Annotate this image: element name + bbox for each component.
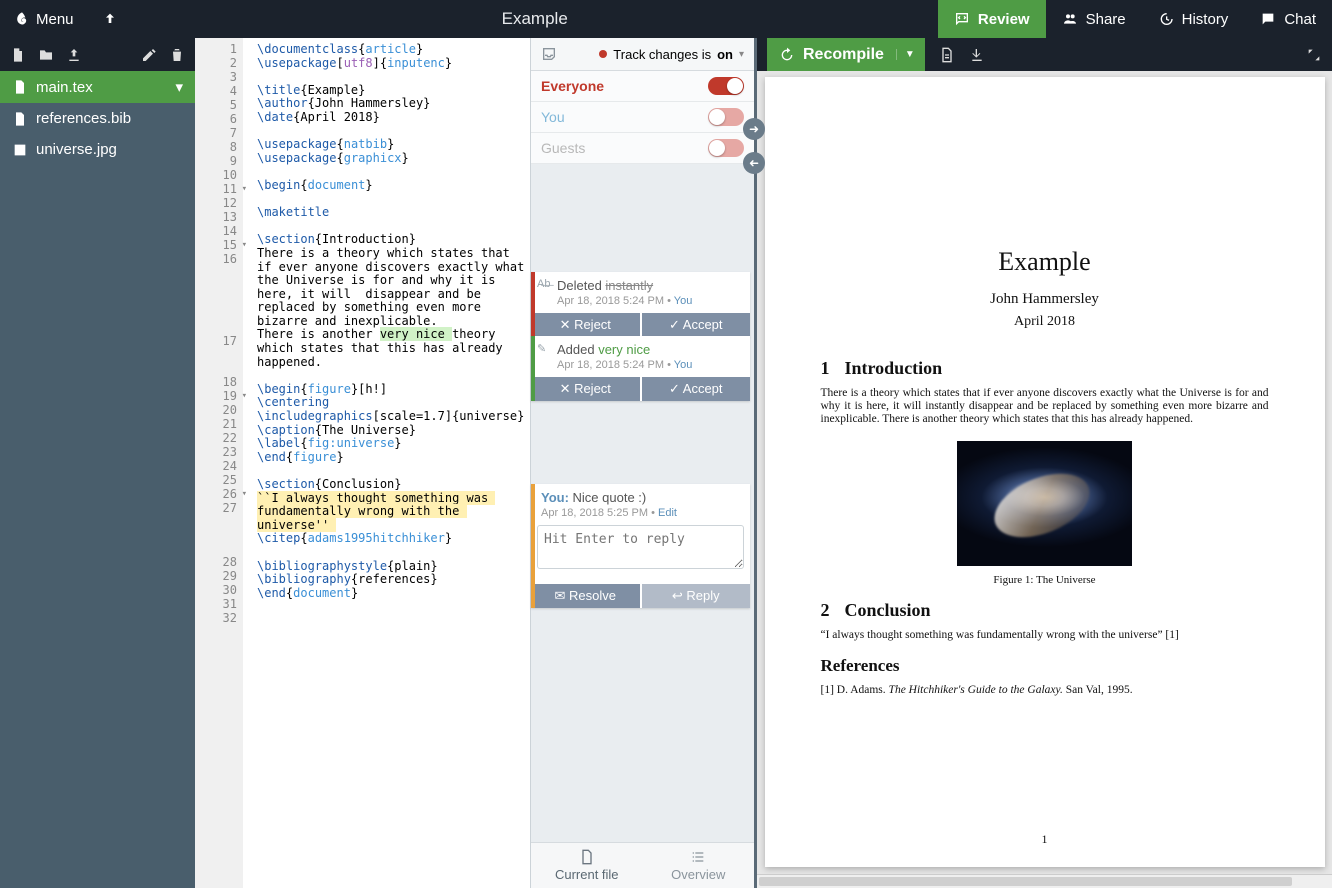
menu-label: Menu	[36, 11, 74, 28]
up-arrow-icon	[102, 11, 118, 27]
accept-button[interactable]: ✓ Accept	[642, 313, 751, 337]
refresh-icon	[779, 47, 795, 63]
recompile-dropdown[interactable]: ▼	[896, 49, 915, 60]
pdf-figure: Figure 1: The Universe	[821, 441, 1269, 586]
track-changes-status[interactable]: Track changes is on ▾	[599, 47, 744, 62]
history-button[interactable]: History	[1142, 0, 1245, 38]
share-button[interactable]: Share	[1046, 0, 1142, 38]
file-item-references-bib[interactable]: references.bib	[0, 103, 195, 134]
reply-button[interactable]: ↩ Reply	[642, 584, 751, 608]
chat-button[interactable]: Chat	[1244, 0, 1332, 38]
new-file-icon[interactable]	[10, 47, 26, 63]
pane-arrow-left[interactable]: ➜	[743, 152, 765, 174]
change-card-added: ✎Added very niceApr 18, 2018 5:24 PM • Y…	[531, 336, 750, 401]
top-bar: Menu Example Review Share History Chat	[0, 0, 1332, 38]
logs-icon[interactable]	[939, 47, 955, 63]
toggle-guests-switch[interactable]	[708, 139, 744, 157]
overleaf-logo-icon	[14, 11, 30, 27]
comment-card: You: Nice quote :)Apr 18, 2018 5:25 PM •…	[531, 484, 750, 608]
toggle-everyone-switch[interactable]	[708, 77, 744, 95]
accept-button[interactable]: ✓ Accept	[642, 377, 751, 401]
strike-icon: A̶b̶	[537, 278, 553, 294]
tab-overview[interactable]: Overview	[643, 843, 755, 888]
change-card-deleted: A̶b̶Deleted instantlyApr 18, 2018 5:24 P…	[531, 272, 750, 337]
universe-image	[957, 441, 1132, 566]
toggle-you-switch[interactable]	[708, 108, 744, 126]
history-icon	[1158, 11, 1174, 27]
file-icon	[579, 849, 595, 865]
inbox-icon[interactable]	[541, 46, 557, 62]
download-icon[interactable]	[969, 47, 985, 63]
editor-panel: 1234567891011121314151617181920212223242…	[195, 38, 530, 888]
file-toolbar	[0, 38, 195, 71]
chat-icon	[1260, 11, 1276, 27]
up-button[interactable]	[88, 11, 132, 27]
delete-icon[interactable]	[169, 47, 185, 63]
pdf-panel: Recompile ▼ Example John Hammersley Apri…	[754, 38, 1332, 888]
image-icon	[12, 142, 28, 158]
code-editor[interactable]: \documentclass{article}\usepackage[utf8]…	[243, 38, 530, 888]
track-dot-icon	[599, 50, 607, 58]
reply-input[interactable]	[537, 525, 744, 569]
upload-icon[interactable]	[66, 47, 82, 63]
file-code-icon	[12, 79, 28, 95]
pdf-author: John Hammersley	[821, 291, 1269, 308]
pencil-icon: ✎	[537, 342, 553, 358]
review-button[interactable]: Review	[938, 0, 1046, 38]
file-item-main-tex[interactable]: main.tex ▾	[0, 71, 195, 103]
pane-arrow-right[interactable]: ➜	[743, 118, 765, 140]
file-name: main.tex	[36, 79, 93, 96]
file-panel: main.tex ▾ references.bib universe.jpg	[0, 38, 195, 888]
chevron-down-icon: ▾	[739, 49, 744, 60]
chevron-down-icon: ▾	[175, 78, 183, 96]
expand-icon[interactable]	[1306, 47, 1322, 63]
toggle-everyone: Everyone	[531, 71, 754, 102]
pdf-title: Example	[821, 247, 1269, 277]
project-title: Example	[132, 0, 938, 38]
reject-button[interactable]: ✕ Reject	[531, 377, 640, 401]
pdf-viewport[interactable]: Example John Hammersley April 2018 1Intr…	[757, 71, 1332, 874]
list-icon	[690, 849, 706, 865]
toggle-you: You	[531, 102, 754, 133]
menu-button[interactable]: Menu	[0, 11, 88, 28]
rename-icon[interactable]	[141, 47, 157, 63]
reject-button[interactable]: ✕ Reject	[531, 313, 640, 337]
pdf-page: Example John Hammersley April 2018 1Intr…	[765, 77, 1325, 867]
tab-current-file[interactable]: Current file	[531, 843, 643, 888]
new-folder-icon[interactable]	[38, 47, 54, 63]
file-icon	[12, 111, 28, 127]
line-gutter: 1234567891011121314151617181920212223242…	[195, 38, 243, 888]
review-panel: Track changes is on ▾ Everyone You Guest…	[530, 38, 754, 888]
share-icon	[1062, 11, 1078, 27]
pdf-reference: [1] D. Adams. The Hitchhiker's Guide to …	[821, 684, 1269, 696]
file-item-universe-jpg[interactable]: universe.jpg	[0, 134, 195, 165]
toggle-guests: Guests	[531, 133, 754, 164]
file-name: references.bib	[36, 110, 131, 127]
resolve-button[interactable]: ✉ Resolve	[531, 584, 640, 608]
review-icon	[954, 11, 970, 27]
pdf-date: April 2018	[821, 314, 1269, 330]
pdf-horizontal-scrollbar[interactable]	[757, 874, 1332, 888]
file-name: universe.jpg	[36, 141, 117, 158]
recompile-button[interactable]: Recompile ▼	[767, 38, 925, 71]
